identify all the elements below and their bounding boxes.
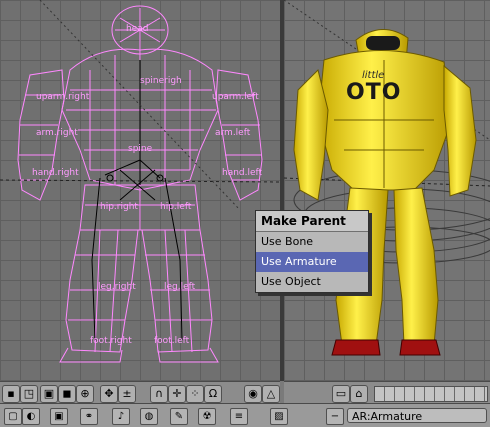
bone-label: arm.left [215, 128, 251, 138]
image-icon[interactable]: ▨ [270, 408, 288, 425]
viewport-left[interactable]: head spinerigh uparm.right uparm.left ar… [0, 0, 280, 381]
bone-label: hand.right [32, 168, 79, 178]
triangle-icon[interactable]: △ [262, 385, 280, 403]
window-type-icon[interactable]: ▪ [2, 385, 20, 403]
layer-buttons[interactable] [374, 386, 488, 402]
loop-icon[interactable]: Ω [204, 385, 222, 403]
bone-label: hip.left [160, 202, 192, 212]
viewport-right[interactable]: little OTO [284, 0, 490, 381]
bone-label: leg.right [98, 282, 136, 292]
make-parent-menu: Make Parent Use Bone Use Armature Use Ob… [255, 210, 369, 293]
bone-label: hand.left [222, 168, 263, 178]
magnet-icon[interactable]: ∩ [150, 385, 168, 403]
menu-item-use-armature[interactable]: Use Armature [256, 252, 368, 272]
view-menu-icon[interactable]: ◳ [20, 385, 38, 403]
home-icon[interactable]: ⌂ [350, 385, 368, 403]
draw-mode-icon[interactable]: ▣ [40, 385, 58, 403]
bone-label: uparm.left [212, 92, 259, 102]
editing-icon[interactable]: ▢ [4, 408, 22, 425]
move-icon[interactable]: ✛ [168, 385, 186, 403]
menu-title: Make Parent [256, 211, 368, 232]
pivot-icon[interactable]: ⊕ [76, 385, 94, 403]
object-name-field[interactable]: AR:Armature [347, 408, 487, 423]
bottom-toolbar: ▢ ◐ ▣ ⚭ ♪ ◍ ✎ ☢ ≡ ▨ − AR:Armature [0, 403, 490, 427]
bone-label: foot.right [90, 336, 132, 346]
dropdown-icon[interactable]: − [326, 408, 344, 425]
bone-label: hip.right [100, 202, 138, 212]
link-icon[interactable]: ⚭ [80, 408, 98, 425]
object-icon[interactable]: ▣ [50, 408, 68, 425]
translate-icon[interactable]: ✥ [100, 385, 118, 403]
window-type-icon[interactable]: ▭ [332, 385, 350, 403]
armature-wireframe [0, 0, 280, 363]
bone-label: arm.right [36, 128, 78, 138]
material-icon[interactable]: ◐ [22, 408, 40, 425]
radiation-icon[interactable]: ☢ [198, 408, 216, 425]
bone-label: spinerigh [140, 76, 182, 86]
sphere-icon[interactable]: ◉ [244, 385, 262, 403]
script-icon[interactable]: ≡ [230, 408, 248, 425]
solid-mode-icon[interactable]: ◼ [58, 385, 76, 403]
scale-icon[interactable]: ± [118, 385, 136, 403]
bone-label: foot.left [154, 336, 190, 346]
menu-item-use-bone[interactable]: Use Bone [256, 232, 368, 252]
chest-text-large: OTO [346, 80, 402, 105]
sound-icon[interactable]: ♪ [112, 408, 130, 425]
bone-label: spine [128, 144, 153, 154]
snap-icon[interactable]: ⁘ [186, 385, 204, 403]
bone-label: uparm.right [36, 92, 90, 102]
viewport-header-right: ▭ ⌂ [284, 381, 490, 404]
viewport-header-left: ▪ ◳ ▣ ◼ ⊕ ✥ ± ∩ ✛ ⁘ Ω ◉ △ [0, 381, 280, 404]
robot-model [293, 29, 477, 356]
bone-label: head [126, 24, 149, 34]
bone-label: leg.left [164, 282, 196, 292]
menu-item-use-object[interactable]: Use Object [256, 272, 368, 292]
world-icon[interactable]: ◍ [140, 408, 158, 425]
paint-icon[interactable]: ✎ [170, 408, 188, 425]
